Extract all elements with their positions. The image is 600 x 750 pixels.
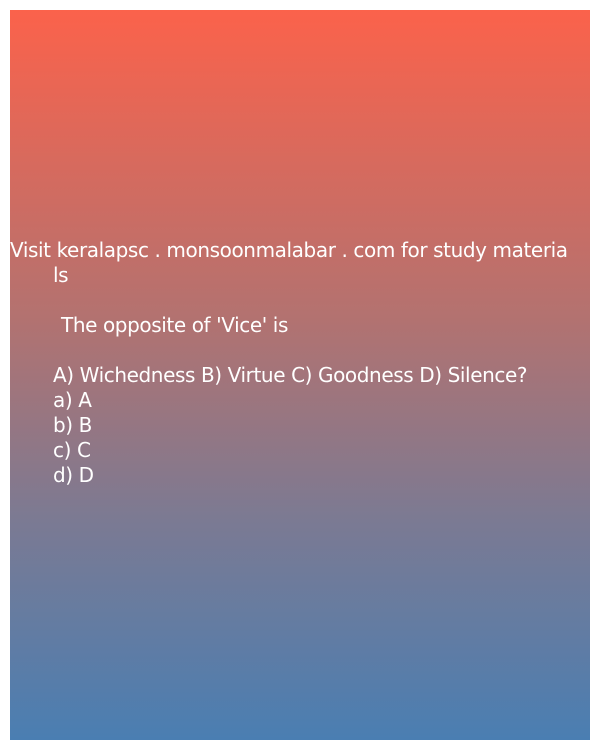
- card-content: Visit keralapsc . monsoonmalabar . com f…: [10, 238, 590, 488]
- promo-text-line-2: ls: [53, 263, 69, 287]
- promo-text-line-1: Visit keralapsc . monsoonmalabar . com f…: [10, 238, 568, 262]
- option-d: d) D: [53, 463, 94, 487]
- option-b: b) B: [53, 413, 92, 437]
- question-card: Visit keralapsc . monsoonmalabar . com f…: [10, 10, 590, 740]
- option-a: a) A: [53, 388, 92, 412]
- option-c: c) C: [53, 438, 91, 462]
- choices-text: A) Wichedness B) Virtue C) Goodness D) S…: [53, 363, 528, 387]
- question-text: The opposite of 'Vice' is: [61, 313, 288, 337]
